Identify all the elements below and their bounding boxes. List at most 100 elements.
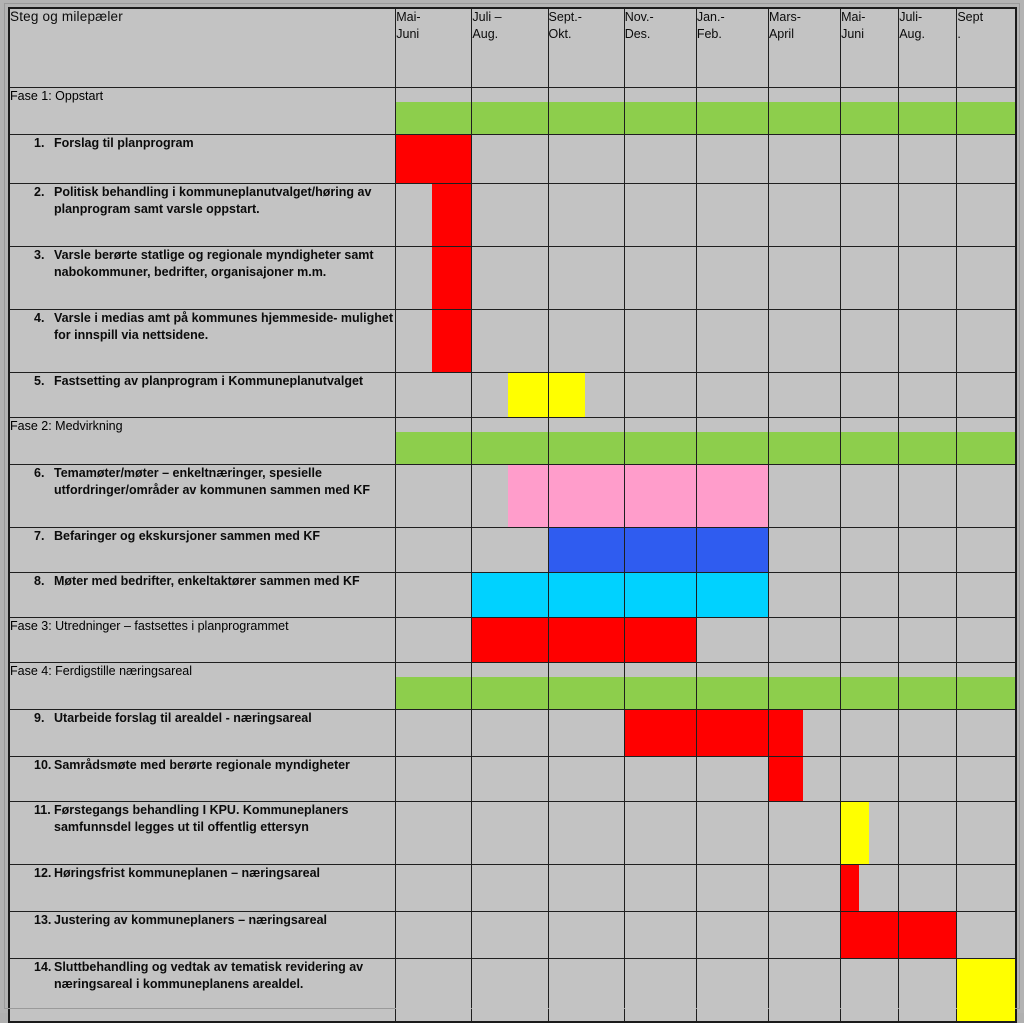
gantt-bar bbox=[624, 573, 696, 617]
timeline-cell-c1 bbox=[395, 709, 473, 757]
timeline-cell-c2 bbox=[471, 87, 549, 135]
timeline-cell-c4 bbox=[623, 662, 697, 710]
timeline-cell-c2 bbox=[471, 864, 549, 912]
timeline-cell-c7 bbox=[840, 464, 900, 528]
gantt-bar bbox=[548, 677, 624, 709]
timeline-cell-c1 bbox=[395, 756, 473, 802]
column-header-line1: Jan.- bbox=[696, 10, 725, 24]
task-title: Førstegangs behandling I KPU. Kommunepla… bbox=[54, 803, 349, 834]
timeline-cell-c3 bbox=[547, 134, 625, 184]
timeline-cell-c8 bbox=[898, 709, 958, 757]
timeline-cell-c2 bbox=[471, 801, 549, 865]
gantt-bar bbox=[696, 432, 768, 464]
gantt-bar bbox=[899, 432, 957, 464]
timeline-cell-c4 bbox=[623, 801, 697, 865]
timeline-cell-c1 bbox=[395, 864, 473, 912]
task-number: 4. bbox=[34, 311, 45, 325]
timeline-cell-c5 bbox=[695, 134, 769, 184]
phase-label-cell: Fase 3: Utredninger – fastsettes i planp… bbox=[8, 617, 397, 663]
timeline-cell-c9 bbox=[956, 617, 1017, 663]
timeline-cell-c1 bbox=[395, 801, 473, 865]
timeline-cell-c4 bbox=[623, 417, 697, 465]
timeline-cell-c3 bbox=[547, 662, 625, 710]
task-label-cell: 6. Temamøter/møter – enkeltnæringer, spes… bbox=[8, 464, 397, 528]
task-title: Høringsfrist kommuneplanen – næringsarea… bbox=[54, 866, 321, 880]
timeline-cell-c3 bbox=[547, 87, 625, 135]
gantt-bar bbox=[508, 373, 548, 417]
timeline-cell-c9 bbox=[956, 464, 1017, 528]
timeline-cell-c6 bbox=[767, 911, 842, 959]
timeline-cell-c9 bbox=[956, 183, 1017, 247]
column-header-line1: Mai- bbox=[396, 10, 421, 24]
timeline-cell-c8 bbox=[898, 801, 958, 865]
gantt-bar bbox=[396, 135, 472, 183]
gantt-bar bbox=[768, 757, 804, 801]
phase-label-cell: Fase 1: Oppstart bbox=[8, 87, 397, 135]
timeline-cell-c6 bbox=[767, 801, 842, 865]
timeline-cell-c5 bbox=[695, 527, 769, 573]
task-label-inner: 10. Samrådsmøte med berørte regionale myn… bbox=[10, 757, 395, 774]
timeline-cell-c6 bbox=[767, 662, 842, 710]
timeline-cell-c8 bbox=[898, 134, 958, 184]
task-row: 4. Varsle i medias amt på kommunes hjemme… bbox=[8, 309, 1017, 373]
timeline-cell-c2 bbox=[471, 572, 549, 618]
timeline-cell-c5 bbox=[695, 958, 769, 1023]
task-label-cell: 12. Høringsfrist kommuneplanen – næringsa… bbox=[8, 864, 397, 912]
timeline-cell-c7 bbox=[840, 572, 900, 618]
timeline-cell-c4 bbox=[623, 527, 697, 573]
timeline-cell-c7 bbox=[840, 372, 900, 418]
timeline-cell-c5 bbox=[695, 572, 769, 618]
timeline-cell-c7 bbox=[840, 183, 900, 247]
column-header-6: Mars- April bbox=[767, 7, 842, 88]
timeline-cell-c8 bbox=[898, 911, 958, 959]
timeline-cell-c5 bbox=[695, 756, 769, 802]
gantt-bar bbox=[696, 573, 768, 617]
gantt-bar bbox=[768, 102, 841, 134]
gantt-bar bbox=[472, 102, 548, 134]
timeline-cell-c3 bbox=[547, 417, 625, 465]
task-title: Samrådsmøte med berørte regionale myndig… bbox=[54, 758, 350, 772]
timeline-cell-c1 bbox=[395, 527, 473, 573]
timeline-cell-c8 bbox=[898, 87, 958, 135]
task-title: Utarbeide forslag til arealdel - nærings… bbox=[54, 711, 312, 725]
timeline-cell-c4 bbox=[623, 572, 697, 618]
task-row: 6. Temamøter/møter – enkeltnæringer, spes… bbox=[8, 464, 1017, 528]
task-label-inner: 7. Befaringer og ekskursjoner sammen med … bbox=[10, 528, 395, 545]
timeline-cell-c5 bbox=[695, 662, 769, 710]
timeline-cell-c2 bbox=[471, 417, 549, 465]
timeline-cell-c9 bbox=[956, 246, 1017, 310]
task-row: 1. Forslag til planprogram bbox=[8, 134, 1017, 184]
timeline-cell-c5 bbox=[695, 417, 769, 465]
column-header-line2: Des. bbox=[624, 27, 651, 41]
timeline-cell-c4 bbox=[623, 864, 697, 912]
timeline-cell-c8 bbox=[898, 756, 958, 802]
timeline-cell-c6 bbox=[767, 617, 842, 663]
timeline-cell-c6 bbox=[767, 309, 842, 373]
timeline-cell-c8 bbox=[898, 864, 958, 912]
timeline-cell-c6 bbox=[767, 756, 842, 802]
timeline-cell-c2 bbox=[471, 617, 549, 663]
task-label-cell: 13. Justering av kommuneplaners – nærings… bbox=[8, 911, 397, 959]
timeline-cell-c1 bbox=[395, 372, 473, 418]
timeline-cell-c7 bbox=[840, 801, 900, 865]
timeline-cell-c8 bbox=[898, 662, 958, 710]
gantt-bar bbox=[696, 677, 768, 709]
column-header-line2: Aug. bbox=[899, 27, 925, 41]
column-header-8: Juli- Aug. bbox=[898, 7, 958, 88]
task-number: 8. bbox=[34, 574, 45, 588]
timeline-cell-c9 bbox=[956, 958, 1017, 1023]
column-header-line2: Aug. bbox=[472, 27, 499, 41]
gantt-bar bbox=[696, 528, 768, 572]
timeline-cell-c9 bbox=[956, 134, 1017, 184]
timeline-cell-c8 bbox=[898, 417, 958, 465]
gantt-bar bbox=[841, 912, 899, 958]
gantt-bar bbox=[768, 432, 841, 464]
gantt-bar bbox=[548, 432, 624, 464]
timeline-cell-c1 bbox=[395, 464, 473, 528]
gantt-bar bbox=[472, 573, 548, 617]
task-row: 7. Befaringer og ekskursjoner sammen med … bbox=[8, 527, 1017, 573]
task-label-inner: 14. Sluttbehandling og vedtak av tematisk… bbox=[10, 959, 395, 992]
task-label-cell: 8. Møter med bedrifter, enkeltaktører sam… bbox=[8, 572, 397, 618]
phase-row: Fase 4: Ferdigstille næringsareal bbox=[8, 662, 1017, 710]
task-label-inner: 8. Møter med bedrifter, enkeltaktører sam… bbox=[10, 573, 395, 590]
